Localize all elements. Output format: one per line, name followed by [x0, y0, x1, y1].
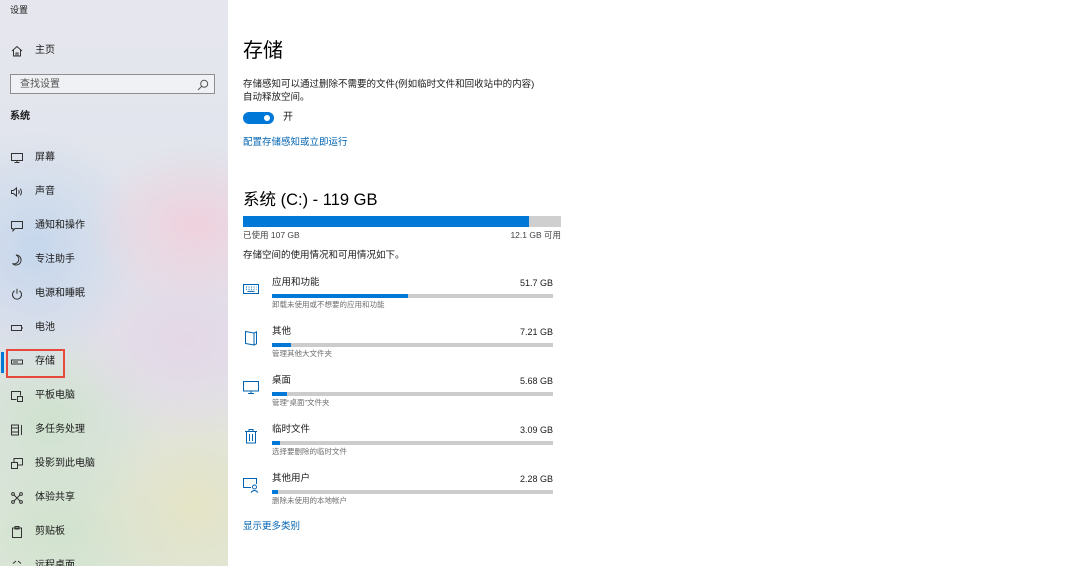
category-usage-fill — [272, 490, 278, 494]
category-size: 51.7 GB — [519, 278, 553, 288]
projection-icon — [11, 458, 23, 470]
other-files-icon — [243, 330, 259, 346]
category-other-users[interactable]: 其他用户 2.28 GB 删除未使用的本地帐户 — [243, 470, 561, 510]
toggle-knob — [264, 115, 270, 121]
remote-desktop-icon — [11, 558, 23, 566]
moon-icon — [11, 254, 23, 266]
category-description: 选择要删除的临时文件 — [272, 447, 347, 456]
sidebar-item-projecting[interactable]: 投影到此电脑 — [0, 447, 228, 481]
sidebar-item-remote-desktop[interactable]: 远程桌面 — [0, 558, 228, 566]
monitor-icon — [11, 152, 23, 164]
search-icon[interactable] — [197, 78, 209, 91]
home-icon — [11, 45, 23, 57]
category-usage-fill — [272, 441, 281, 445]
selected-indicator — [1, 352, 4, 373]
sidebar-item-clipboard[interactable]: 剪贴板 — [0, 515, 228, 549]
sidebar-item-label: 剪贴板 — [35, 526, 65, 537]
page-title: 存储 — [243, 40, 283, 62]
sidebar-item-storage[interactable]: 存储 — [0, 345, 228, 379]
category-size: 3.09 GB — [519, 425, 553, 435]
sidebar-item-label: 体验共享 — [35, 492, 75, 503]
trash-icon — [243, 428, 259, 444]
sidebar: 设置 主页 系统 屏幕 声音 通知和操作 专注助手 — [0, 0, 228, 566]
sidebar-item-shared-experiences[interactable]: 体验共享 — [0, 481, 228, 515]
category-size: 5.68 GB — [519, 376, 553, 386]
category-size: 7.21 GB — [519, 327, 553, 337]
sidebar-item-notifications[interactable]: 通知和操作 — [0, 209, 228, 243]
search-box — [10, 74, 215, 94]
category-name: 应用和功能 — [272, 277, 320, 288]
category-desktop[interactable]: 桌面 5.68 GB 管理“桌面”文件夹 — [243, 372, 561, 412]
category-usage-fill — [272, 294, 408, 298]
toggle-state-label: 开 — [283, 112, 293, 123]
sidebar-item-label: 专注助手 — [35, 254, 75, 265]
category-usage-bar — [272, 441, 553, 445]
notification-icon — [11, 220, 23, 232]
sidebar-item-sound[interactable]: 声音 — [0, 175, 228, 209]
storage-icon — [11, 356, 23, 368]
speaker-icon — [11, 186, 23, 198]
desktop-icon — [243, 379, 259, 395]
power-icon — [11, 288, 23, 300]
storage-sense-description: 自动释放空间。 — [243, 92, 310, 103]
show-more-categories-link[interactable]: 显示更多类别 — [243, 521, 300, 533]
apps-icon — [243, 281, 259, 297]
search-input[interactable] — [11, 75, 191, 93]
sidebar-item-label: 投影到此电脑 — [35, 458, 95, 469]
sidebar-item-display[interactable]: 屏幕 — [0, 141, 228, 175]
sidebar-item-label: 电池 — [35, 322, 55, 333]
category-apps-features[interactable]: 应用和功能 51.7 GB 卸载未使用或不想要的应用和功能 — [243, 274, 561, 314]
multitasking-icon — [11, 424, 23, 436]
category-name: 临时文件 — [272, 424, 311, 435]
battery-icon — [11, 322, 23, 334]
shared-experiences-icon — [11, 492, 23, 504]
sidebar-item-label: 通知和操作 — [35, 220, 85, 231]
configure-storage-sense-link[interactable]: 配置存储感知或立即运行 — [243, 137, 348, 149]
sidebar-item-label: 远程桌面 — [35, 560, 75, 566]
category-description: 管理“桌面”文件夹 — [272, 398, 330, 407]
drive-usage-fill — [243, 216, 529, 227]
drive-usage-bar — [243, 216, 561, 227]
sidebar-item-power-sleep[interactable]: 电源和睡眠 — [0, 277, 228, 311]
category-other[interactable]: 其他 7.21 GB 管理其他大文件夹 — [243, 323, 561, 363]
drive-title: 系统 (C:) - 119 GB — [243, 191, 378, 209]
category-description: 管理其他大文件夹 — [272, 349, 332, 358]
category-usage-fill — [272, 392, 287, 396]
sidebar-item-label: 存储 — [35, 356, 55, 367]
sidebar-item-label: 电源和睡眠 — [35, 288, 85, 299]
tablet-icon — [11, 390, 23, 402]
category-name: 桌面 — [272, 375, 292, 386]
main-content: 存储 存储感知可以通过删除不需要的文件(例如临时文件和回收站中的内容) 自动释放… — [228, 0, 1080, 566]
category-name: 其他 — [272, 326, 292, 337]
category-usage-bar — [272, 294, 553, 298]
window-title: 设置 — [10, 5, 29, 15]
sidebar-item-label: 屏幕 — [35, 152, 55, 163]
category-name: 其他用户 — [272, 473, 311, 484]
sidebar-item-label: 平板电脑 — [35, 390, 75, 401]
category-usage-bar — [272, 490, 553, 494]
category-usage-fill — [272, 343, 291, 347]
sidebar-item-focus-assist[interactable]: 专注助手 — [0, 243, 228, 277]
clipboard-icon — [11, 526, 23, 538]
sidebar-item-tablet[interactable]: 平板电脑 — [0, 379, 228, 413]
sidebar-item-home[interactable]: 主页 — [0, 34, 228, 68]
category-temporary-files[interactable]: 临时文件 3.09 GB 选择要删除的临时文件 — [243, 421, 561, 461]
category-description: 卸载未使用或不想要的应用和功能 — [272, 300, 385, 309]
users-icon — [243, 477, 259, 493]
sidebar-item-label: 多任务处理 — [35, 424, 85, 435]
sidebar-item-label: 主页 — [35, 45, 55, 56]
category-description: 删除未使用的本地帐户 — [272, 496, 347, 505]
storage-sense-description: 存储感知可以通过删除不需要的文件(例如临时文件和回收站中的内容) — [243, 79, 535, 90]
category-size: 2.28 GB — [519, 474, 553, 484]
drive-free-label: 12.1 GB 可用 — [510, 230, 561, 240]
sidebar-item-multitasking[interactable]: 多任务处理 — [0, 413, 228, 447]
sidebar-item-label: 声音 — [35, 186, 55, 197]
category-usage-bar — [272, 343, 553, 347]
sidebar-item-battery[interactable]: 电池 — [0, 311, 228, 345]
storage-sense-toggle[interactable] — [243, 112, 274, 124]
section-title: 系统 — [10, 111, 30, 122]
usage-note: 存储空间的使用情况和可用情况如下。 — [243, 250, 405, 261]
category-usage-bar — [272, 392, 553, 396]
